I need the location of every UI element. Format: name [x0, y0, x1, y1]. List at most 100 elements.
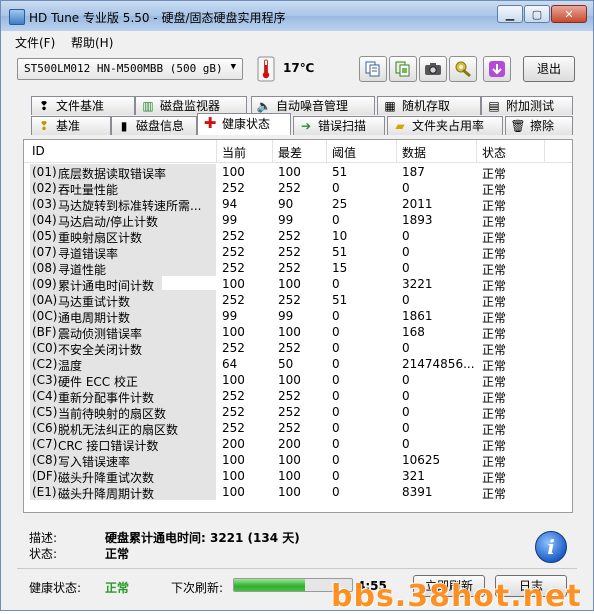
app-icon: [9, 9, 25, 25]
drive-select[interactable]: ST500LM012 HN-M500MBB (500 gB) ▼: [17, 58, 243, 80]
cell-threshold: 51: [332, 165, 348, 179]
tab-random-access[interactable]: ▦ 随机存取: [377, 96, 481, 115]
col-status[interactable]: 状态: [482, 144, 506, 161]
table-row[interactable]: (C5) 当前待映射的扇区数 252 252 0 0 正常: [24, 404, 572, 421]
cell-id: (03): [32, 197, 57, 211]
cell-worst: 252: [278, 261, 301, 275]
cell-worst: 252: [278, 389, 301, 403]
table-row[interactable]: (08) 寻道性能 252 252 15 0 正常: [24, 260, 572, 277]
tab-disk-info[interactable]: ▮ 磁盘信息: [111, 116, 197, 135]
copy-screen-icon: [395, 61, 410, 77]
col-threshold[interactable]: 阈值: [332, 144, 356, 161]
description-value: 硬盘累计通电时间: 3221 (134 天): [105, 531, 300, 545]
table-row[interactable]: (07) 寻道错误率 252 252 51 0 正常: [24, 244, 572, 261]
tab-label: 健康状态: [222, 117, 271, 131]
next-refresh-label: 下次刷新:: [171, 581, 224, 595]
cell-id: (C5): [32, 405, 58, 419]
benchmark-icon: ❢: [38, 119, 50, 133]
cell-threshold: 51: [332, 245, 348, 259]
menu-bar: 文件(F) 帮助(H): [1, 31, 593, 51]
cell-id: (0A): [32, 293, 58, 307]
table-row[interactable]: (C0) 不安全关闭计数 252 252 0 0 正常: [24, 340, 572, 357]
tab-extra-tests[interactable]: ▤ 附加测试: [481, 96, 573, 115]
info-icon[interactable]: i: [535, 531, 567, 563]
cell-worst: 252: [278, 341, 301, 355]
cell-data: 2011: [402, 197, 433, 211]
close-button[interactable]: ✕: [551, 5, 587, 23]
tab-label: 擦除: [530, 119, 555, 133]
cell-id: (DF): [32, 469, 58, 483]
cell-current: 64: [222, 357, 238, 371]
status-label: 状态:: [29, 547, 58, 561]
cell-id: (08): [32, 261, 57, 275]
cell-threshold: 0: [332, 181, 340, 195]
tab-health[interactable]: ✚ 健康状态: [197, 113, 291, 135]
table-row[interactable]: (BF) 震动侦测错误率 100 100 0 168 正常: [24, 324, 572, 341]
thermometer-icon: [257, 56, 275, 82]
table-row[interactable]: (C2) 温度 64 50 0 21474856... 正常: [24, 356, 572, 373]
col-data[interactable]: 数据: [402, 144, 426, 161]
table-row[interactable]: (C6) 脱机无法纠正的扇区数 252 252 0 0 正常: [24, 420, 572, 437]
cell-current: 100: [222, 485, 245, 499]
table-row[interactable]: (C7) CRC 接口错误计数 200 200 0 0 正常: [24, 436, 572, 453]
cell-worst: 252: [278, 421, 301, 435]
table-row[interactable]: (0C) 通电周期计数 99 99 0 1861 正常: [24, 308, 572, 325]
tab-erase[interactable]: 🗑 擦除: [505, 116, 573, 135]
col-current[interactable]: 当前: [222, 144, 246, 161]
col-id[interactable]: ID: [32, 144, 45, 158]
table-row[interactable]: (0A) 马达重试计数 252 252 51 0 正常: [24, 292, 572, 309]
options-button[interactable]: [449, 56, 477, 82]
cell-data: 0: [402, 261, 410, 275]
table-row[interactable]: (E1) 磁头升降周期计数 100 100 0 8391 正常: [24, 484, 572, 501]
random-access-icon: ▦: [384, 99, 396, 113]
cell-data: 0: [402, 405, 410, 419]
app-window: HD Tune 专业版 5.50 - 硬盘/固态硬盘实用程序 ▁ ▢ ✕ 文件(…: [0, 0, 594, 614]
health-label: 健康状态:: [29, 581, 82, 595]
copy-screen-button[interactable]: [389, 56, 417, 82]
exit-button[interactable]: 退出: [523, 56, 575, 82]
screenshot-button[interactable]: [419, 56, 447, 82]
tab-file-benchmark[interactable]: ❢ 文件基准: [31, 96, 135, 115]
minimize-button[interactable]: ▁: [497, 5, 523, 23]
col-worst[interactable]: 最差: [278, 144, 302, 161]
table-row[interactable]: (C4) 重新分配事件计数 252 252 0 0 正常: [24, 388, 572, 405]
cell-threshold: 0: [332, 325, 340, 339]
copy-text-button[interactable]: [359, 56, 387, 82]
table-row[interactable]: (DF) 磁头升降重试次数 100 100 0 321 正常: [24, 468, 572, 485]
table-row[interactable]: (02) 吞吐量性能 252 252 0 0 正常: [24, 180, 572, 197]
cell-threshold: 0: [332, 469, 340, 483]
table-row[interactable]: (09) 累计通电时间计数 100 100 0 3221 正常: [24, 276, 572, 293]
tab-label: 磁盘信息: [136, 119, 185, 133]
cell-current: 252: [222, 341, 245, 355]
cell-status: 正常: [482, 487, 507, 501]
cell-worst: 99: [278, 213, 294, 227]
table-row[interactable]: (03) 马达旋转到标准转速所需... 94 90 25 2011 正常: [24, 196, 572, 213]
save-button[interactable]: [483, 56, 511, 82]
maximize-button[interactable]: ▢: [524, 5, 550, 23]
cell-threshold: 25: [332, 197, 348, 211]
cell-worst: 100: [278, 373, 301, 387]
table-row[interactable]: (C3) 硬件 ECC 校正 100 100 0 0 正常: [24, 372, 572, 389]
table-row[interactable]: (04) 马达启动/停止计数 99 99 0 1893 正常: [24, 212, 572, 229]
trash-icon: 🗑: [510, 119, 526, 133]
cell-worst: 252: [278, 229, 301, 243]
menu-help[interactable]: 帮助(H): [71, 34, 113, 51]
cell-data: 0: [402, 181, 410, 195]
table-row[interactable]: (01) 底层数据读取错误率 100 100 51 187 正常: [24, 164, 572, 181]
menu-file[interactable]: 文件(F): [15, 34, 55, 51]
table-row[interactable]: (05) 重映射扇区计数 252 252 10 0 正常: [24, 228, 572, 245]
health-value: 正常: [105, 581, 130, 595]
cell-current: 100: [222, 373, 245, 387]
copy-text-icon: [365, 61, 380, 77]
tab-benchmark[interactable]: ❢ 基准: [31, 116, 111, 135]
tab-error-scan[interactable]: ➔ 错误扫描: [293, 116, 385, 135]
tab-label: 错误扫描: [318, 119, 367, 133]
table-row[interactable]: (C8) 写入错误速率 100 100 0 10625 正常: [24, 452, 572, 469]
title-bar[interactable]: HD Tune 专业版 5.50 - 硬盘/固态硬盘实用程序 ▁ ▢ ✕: [1, 1, 593, 31]
tab-folder-usage[interactable]: ▰ 文件夹占用率: [387, 116, 503, 135]
cell-id: (05): [32, 229, 57, 243]
cell-id: (C8): [32, 453, 58, 467]
cell-current: 252: [222, 405, 245, 419]
cell-worst: 100: [278, 469, 301, 483]
cell-threshold: 0: [332, 485, 340, 499]
